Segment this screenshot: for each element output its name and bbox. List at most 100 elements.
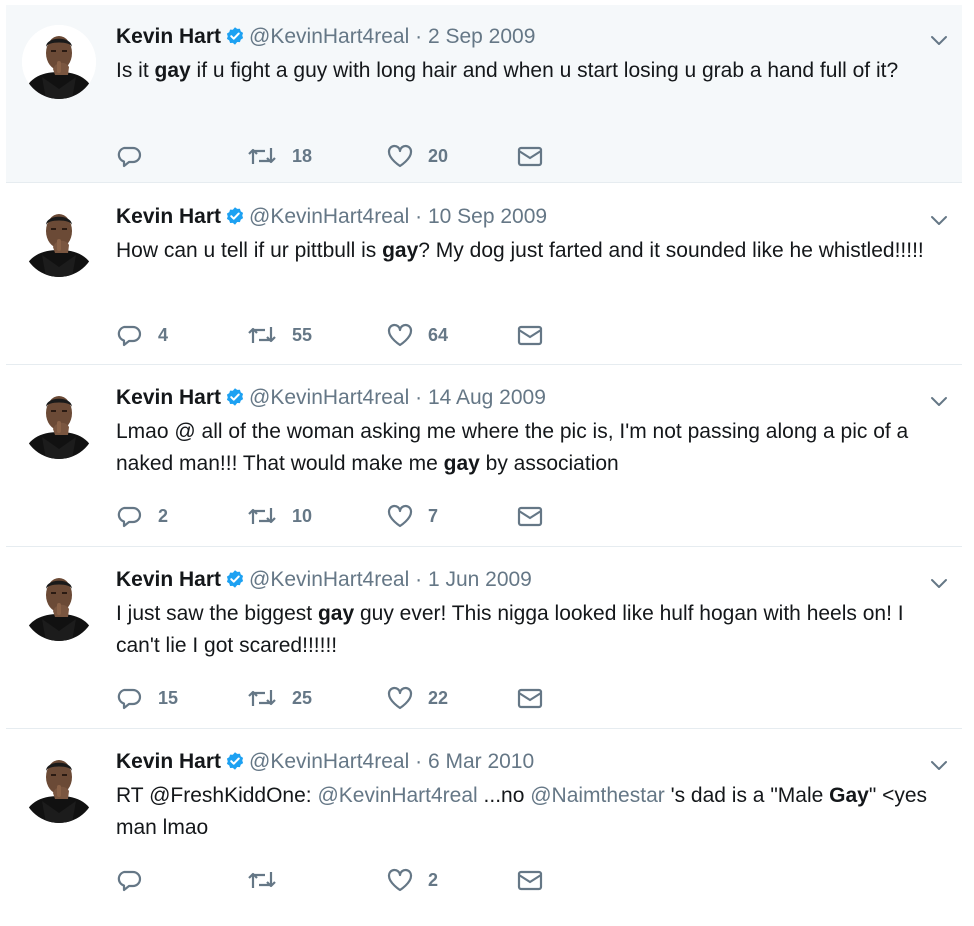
- tweet-date[interactable]: 14 Aug 2009: [428, 386, 546, 409]
- retweet-count: 25: [292, 687, 313, 708]
- like-count: 64: [428, 324, 449, 345]
- chevron-down-icon[interactable]: [928, 29, 950, 51]
- mention-link[interactable]: @KevinHart4real: [317, 784, 477, 807]
- author-handle[interactable]: @KevinHart4real: [249, 386, 409, 409]
- retweet-button[interactable]: 18: [246, 141, 312, 171]
- retweet-button[interactable]: 25: [246, 683, 312, 713]
- tweet[interactable]: Kevin Hart @KevinHart4real · 2 Sep 2009 I…: [6, 5, 962, 183]
- text-run: I just saw the biggest: [116, 602, 318, 625]
- highlighted-term: gay: [154, 59, 191, 82]
- direct-message-button[interactable]: [516, 320, 544, 350]
- reply-button[interactable]: [116, 865, 158, 895]
- retweet-button[interactable]: 55: [246, 320, 312, 350]
- like-button[interactable]: 64: [386, 320, 448, 350]
- avatar[interactable]: [22, 567, 96, 641]
- tweet-actions: 4 55 64: [116, 320, 596, 350]
- tweet-header: Kevin Hart @KevinHart4real · 1 Jun 2009: [116, 566, 532, 597]
- envelope-icon: [516, 502, 544, 530]
- like-count: 7: [428, 505, 439, 526]
- reply-icon: [116, 321, 144, 349]
- reply-icon: [116, 502, 144, 530]
- envelope-icon: [516, 142, 544, 170]
- reply-count: 2: [158, 505, 169, 526]
- like-button[interactable]: 22: [386, 683, 448, 713]
- reply-button[interactable]: [116, 141, 158, 171]
- retweet-icon: [246, 684, 278, 712]
- avatar[interactable]: [22, 749, 96, 823]
- tweet-actions: 15 25 22: [116, 683, 596, 713]
- chevron-down-icon[interactable]: [928, 572, 950, 594]
- direct-message-button[interactable]: [516, 501, 544, 531]
- tweet[interactable]: Kevin Hart @KevinHart4real · 14 Aug 2009 …: [6, 365, 962, 547]
- like-count: 20: [428, 145, 449, 166]
- direct-message-button[interactable]: [516, 141, 544, 171]
- tweet-header: Kevin Hart @KevinHart4real · 2 Sep 2009: [116, 23, 535, 54]
- like-button[interactable]: 7: [386, 501, 438, 531]
- separator: ·: [415, 568, 423, 591]
- tweet-header: Kevin Hart @KevinHart4real · 10 Sep 2009: [116, 203, 547, 234]
- reply-icon: [116, 142, 144, 170]
- text-run: 's dad is a "Male: [664, 784, 830, 807]
- verified-badge-icon: [225, 387, 245, 415]
- author-name[interactable]: Kevin Hart: [116, 568, 221, 591]
- direct-message-button[interactable]: [516, 865, 544, 895]
- tweet-header: Kevin Hart @KevinHart4real · 14 Aug 2009: [116, 384, 546, 415]
- tweet-text: I just saw the biggest gay guy ever! Thi…: [116, 598, 950, 662]
- text-run: if u fight a guy with long hair and when…: [190, 59, 899, 82]
- retweet-count: 10: [292, 505, 313, 526]
- reply-icon: [116, 866, 144, 894]
- retweet-button[interactable]: [246, 865, 292, 895]
- chevron-down-icon[interactable]: [928, 209, 950, 231]
- reply-button[interactable]: 4: [116, 320, 168, 350]
- highlighted-term: gay: [382, 239, 419, 262]
- tweet[interactable]: Kevin Hart @KevinHart4real · 10 Sep 2009 …: [6, 183, 962, 365]
- author-handle[interactable]: @KevinHart4real: [249, 750, 409, 773]
- tweet-date[interactable]: 6 Mar 2010: [428, 750, 534, 773]
- author-name[interactable]: Kevin Hart: [116, 205, 221, 228]
- like-count: 2: [428, 869, 439, 890]
- tweet-date[interactable]: 2 Sep 2009: [428, 25, 535, 48]
- verified-badge-icon: [225, 26, 245, 54]
- text-run: ...no: [477, 784, 531, 807]
- separator: ·: [415, 205, 423, 228]
- avatar[interactable]: [22, 385, 96, 459]
- separator: ·: [415, 750, 423, 773]
- author-handle[interactable]: @KevinHart4real: [249, 25, 409, 48]
- author-name[interactable]: Kevin Hart: [116, 386, 221, 409]
- avatar[interactable]: [22, 25, 96, 99]
- tweet[interactable]: Kevin Hart @KevinHart4real · 6 Mar 2010 R…: [6, 729, 962, 921]
- text-run: ? My dog just farted and it sounded like…: [418, 239, 924, 262]
- author-handle[interactable]: @KevinHart4real: [249, 568, 409, 591]
- like-button[interactable]: 20: [386, 141, 448, 171]
- chevron-down-icon[interactable]: [928, 390, 950, 412]
- tweet[interactable]: Kevin Hart @KevinHart4real · 1 Jun 2009 I…: [6, 547, 962, 729]
- retweet-icon: [246, 866, 278, 894]
- reply-button[interactable]: 2: [116, 501, 168, 531]
- author-name[interactable]: Kevin Hart: [116, 25, 221, 48]
- reply-button[interactable]: 15: [116, 683, 178, 713]
- heart-icon: [386, 321, 414, 349]
- tweet-text: How can u tell if ur pittbull is gay? My…: [116, 235, 950, 267]
- envelope-icon: [516, 866, 544, 894]
- author-name[interactable]: Kevin Hart: [116, 750, 221, 773]
- verified-badge-icon: [225, 569, 245, 597]
- author-handle[interactable]: @KevinHart4real: [249, 205, 409, 228]
- chevron-down-icon[interactable]: [928, 754, 950, 776]
- text-run: by association: [479, 452, 619, 475]
- reply-icon: [116, 684, 144, 712]
- mention-link[interactable]: @Naimthestar: [530, 784, 665, 807]
- retweet-icon: [246, 321, 278, 349]
- retweet-button[interactable]: 10: [246, 501, 312, 531]
- like-button[interactable]: 2: [386, 865, 438, 895]
- tweet-date[interactable]: 1 Jun 2009: [428, 568, 532, 591]
- tweet-date[interactable]: 10 Sep 2009: [428, 205, 547, 228]
- avatar[interactable]: [22, 203, 96, 277]
- reply-count: 15: [158, 687, 179, 708]
- heart-icon: [386, 866, 414, 894]
- tweet-header: Kevin Hart @KevinHart4real · 6 Mar 2010: [116, 748, 534, 779]
- retweet-count: 18: [292, 145, 313, 166]
- verified-badge-icon: [225, 206, 245, 234]
- direct-message-button[interactable]: [516, 683, 544, 713]
- tweet-text: RT @FreshKiddOne: @KevinHart4real ...no …: [116, 780, 950, 844]
- text-run: How can u tell if ur pittbull is: [116, 239, 383, 262]
